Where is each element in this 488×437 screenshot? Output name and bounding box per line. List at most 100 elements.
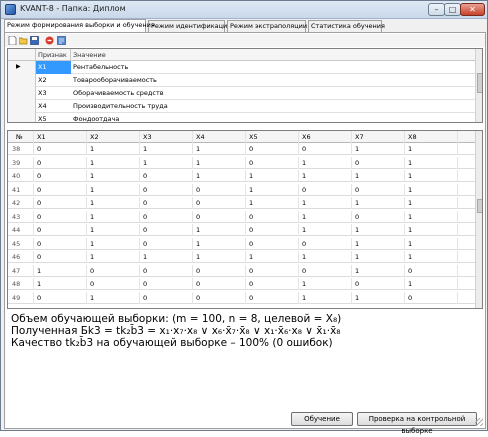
export-icon[interactable]	[57, 36, 66, 45]
list-item[interactable]: ▶ X1 Рентабельность	[8, 61, 476, 74]
table-cell[interactable]: 0	[193, 197, 246, 209]
table-cell[interactable]: 1	[405, 210, 458, 223]
list-item[interactable]: X5 Фондоотдача	[8, 113, 476, 122]
column-header-x6[interactable]: X6	[299, 131, 352, 143]
table-cell[interactable]: 0	[34, 197, 87, 209]
table-cell[interactable]: 1	[299, 210, 352, 223]
tab-extrapolation[interactable]: Режим экстраполяции	[227, 20, 307, 32]
table-cell[interactable]: 0	[246, 278, 299, 290]
table-cell[interactable]: 1	[405, 197, 458, 209]
row-selector[interactable]	[8, 74, 36, 87]
table-row[interactable]: 38 0 1 1 1 0 0 1 1	[8, 143, 476, 155]
stop-icon[interactable]	[45, 36, 54, 45]
table-cell[interactable]: 0	[193, 291, 246, 304]
table-cell[interactable]: 0	[140, 224, 193, 236]
table-cell[interactable]: 1	[34, 264, 87, 277]
table-cell[interactable]: 1	[87, 197, 140, 209]
row-index[interactable]: 44	[8, 224, 34, 236]
column-header-x2[interactable]: X2	[87, 131, 140, 143]
table-cell[interactable]: 1	[405, 156, 458, 169]
table-cell[interactable]: 0	[34, 210, 87, 223]
column-header-x3[interactable]: X3	[140, 131, 193, 143]
column-header-feature[interactable]: Признак	[36, 49, 71, 61]
table-cell[interactable]: 1	[405, 251, 458, 263]
table-cell[interactable]: 0	[299, 183, 352, 196]
feature-id[interactable]: X4	[36, 100, 71, 113]
table-cell[interactable]: 1	[352, 224, 405, 236]
table-cell[interactable]: 1	[352, 251, 405, 263]
table-cell[interactable]: 0	[140, 278, 193, 290]
open-icon[interactable]	[19, 36, 28, 45]
feature-id[interactable]: X5	[36, 113, 71, 122]
table-cell[interactable]: 1	[193, 143, 246, 155]
row-index[interactable]: 40	[8, 170, 34, 182]
table-cell[interactable]: 0	[352, 183, 405, 196]
table-cell[interactable]: 0	[140, 291, 193, 304]
list-item[interactable]: X2 Товарооборачиваемость	[8, 74, 476, 87]
save-icon[interactable]	[30, 36, 39, 45]
table-row[interactable]: 45 0 1 0 1 0 0 1 1	[8, 237, 476, 250]
feature-value[interactable]: Оборачиваемость средств	[71, 87, 164, 100]
table-cell[interactable]: 1	[352, 170, 405, 182]
row-index[interactable]: 46	[8, 251, 34, 263]
table-cell[interactable]: 0	[193, 210, 246, 223]
table-cell[interactable]: 0	[34, 251, 87, 263]
table-cell[interactable]: 1	[246, 197, 299, 209]
table-cell[interactable]: 0	[87, 264, 140, 277]
row-index[interactable]: 42	[8, 197, 34, 209]
table-cell[interactable]: 0	[140, 237, 193, 250]
table-cell[interactable]: 1	[299, 291, 352, 304]
table-cell[interactable]: 1	[87, 143, 140, 155]
row-index[interactable]: 48	[8, 278, 34, 290]
table-cell[interactable]: 0	[299, 143, 352, 155]
table-cell[interactable]: 0	[246, 237, 299, 250]
table-cell[interactable]: 0	[193, 278, 246, 290]
table-row[interactable]: 46 0 1 1 1 1 1 1 1	[8, 251, 476, 263]
table-cell[interactable]: 0	[140, 210, 193, 223]
table-cell[interactable]: 1	[299, 197, 352, 209]
table-cell[interactable]: 1	[87, 210, 140, 223]
table-cell[interactable]: 0	[405, 264, 458, 277]
row-selector[interactable]	[8, 100, 36, 113]
row-index[interactable]: 43	[8, 210, 34, 223]
row-index[interactable]: 45	[8, 237, 34, 250]
table-cell[interactable]: 1	[405, 170, 458, 182]
table-cell[interactable]: 0	[246, 143, 299, 155]
table-cell[interactable]: 1	[140, 143, 193, 155]
table-cell[interactable]: 1	[140, 156, 193, 169]
table-cell[interactable]: 1	[299, 251, 352, 263]
scrollbar-thumb[interactable]	[477, 73, 482, 93]
table-cell[interactable]: 0	[34, 156, 87, 169]
table-cell[interactable]: 0	[246, 224, 299, 236]
row-selector[interactable]: ▶	[8, 61, 36, 74]
list-item[interactable]: X3 Оборачиваемость средств	[8, 87, 476, 100]
table-cell[interactable]: 1	[299, 224, 352, 236]
table-cell[interactable]: 0	[352, 156, 405, 169]
table-cell[interactable]: 1	[405, 278, 458, 290]
table-cell[interactable]: 1	[87, 156, 140, 169]
table-row[interactable]: 40 0 1 0 1 1 1 1 1	[8, 170, 476, 182]
table-cell[interactable]: 1	[193, 237, 246, 250]
feature-id[interactable]: X2	[36, 74, 71, 87]
table-cell[interactable]: 0	[246, 291, 299, 304]
tab-sampling-training[interactable]: Режим формирования выборки и обучения	[4, 19, 155, 32]
table-cell[interactable]: 1	[193, 251, 246, 263]
table-cell[interactable]: 1	[87, 170, 140, 182]
train-button[interactable]: Обучение	[291, 412, 353, 426]
table-row[interactable]: 47 1 0 0 0 0 0 1 0	[8, 264, 476, 277]
table-cell[interactable]: 1	[87, 291, 140, 304]
table-cell[interactable]: 0	[140, 264, 193, 277]
table-cell[interactable]: 0	[34, 224, 87, 236]
row-index[interactable]: 39	[8, 156, 34, 169]
feature-id[interactable]: X1	[36, 61, 71, 74]
table-cell[interactable]: 0	[193, 264, 246, 277]
table-cell[interactable]: 1	[87, 183, 140, 196]
tab-training-statistics[interactable]: Статистика обучения	[308, 20, 385, 32]
row-selector[interactable]	[8, 113, 36, 122]
table-cell[interactable]: 1	[405, 224, 458, 236]
data-grid[interactable]: № X1 X2 X3 X4 X5 X6 X7 X8 38 0 1 1 1 0 0 1 1 39 0 1 1 1 0 1 0 1 40…	[7, 130, 483, 309]
feature-value[interactable]: Производительность труда	[71, 100, 168, 113]
column-header-index[interactable]: №	[8, 131, 34, 143]
row-index[interactable]: 41	[8, 183, 34, 196]
table-cell[interactable]: 1	[246, 251, 299, 263]
